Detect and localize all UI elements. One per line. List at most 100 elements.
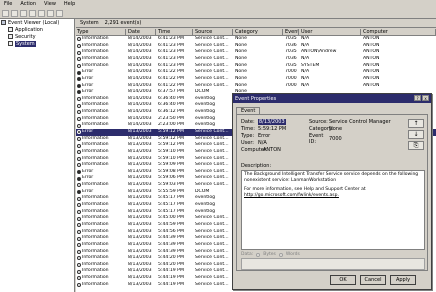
table-row[interactable]: Information 8/14/2003 6:41:23 PM Service Co… — [76, 43, 436, 50]
help-button[interactable]: ? — [414, 95, 421, 101]
source-cell: Service Cont... — [195, 168, 229, 174]
column-category[interactable]: Category — [233, 29, 283, 35]
user-cell: N/A — [301, 42, 310, 48]
close-button[interactable]: x — [422, 95, 429, 101]
error-icon — [77, 77, 81, 82]
source-cell: eventlog — [195, 122, 216, 128]
type-label: Information — [82, 148, 109, 154]
type-label: Information — [82, 275, 109, 281]
back-icon[interactable] — [2, 10, 9, 17]
column-user[interactable]: User — [299, 29, 361, 35]
type-label: Information — [82, 55, 109, 61]
table-row[interactable]: Information 8/14/2003 6:41:23 PM Service Co… — [76, 56, 436, 63]
column-computer[interactable]: Computer — [361, 29, 436, 35]
column-source[interactable]: Source — [193, 29, 233, 35]
table-row[interactable]: Error 8/14/2003 6:41:22 PM Service Cont... N… — [76, 76, 436, 83]
refresh-icon[interactable] — [38, 10, 45, 17]
source-cell: Service Cont... — [195, 128, 229, 134]
type-cell: Information — [76, 255, 126, 262]
type-label: Information — [82, 62, 109, 68]
type-cell: Information — [76, 215, 126, 222]
table-row[interactable]: Error 8/14/2003 6:41:22 PM Service Cont... N… — [76, 69, 436, 76]
information-icon — [77, 249, 81, 254]
time-cell: 5:44:19 PM — [158, 275, 184, 281]
source-cell: DCOM — [195, 188, 210, 194]
type-label: Information — [82, 142, 109, 148]
source-cell: Service Cont... — [195, 261, 229, 267]
source-cell: Service Cont... — [195, 55, 229, 61]
tree-item-application[interactable]: Application — [0, 26, 74, 33]
tree-root-label: Event Viewer (Local) — [8, 19, 60, 26]
words-label: Words — [285, 252, 300, 257]
event-cell: 7000 — [285, 82, 297, 88]
data-field[interactable] — [241, 258, 425, 270]
type-label: Information — [82, 36, 109, 42]
column-date[interactable]: Date — [126, 29, 156, 35]
menu-action[interactable]: Action — [16, 0, 40, 9]
words-radio[interactable] — [278, 252, 283, 257]
tree-item-security[interactable]: Security — [0, 33, 74, 40]
user-cell: N/A — [301, 55, 310, 61]
category-value: None — [329, 126, 343, 132]
table-row[interactable]: Information 8/14/2003 6:41:23 PM Service Co… — [76, 36, 436, 43]
export-icon[interactable] — [47, 10, 54, 17]
help-link[interactable]: http://go.microsoft.com/fwlink/events.as… — [244, 193, 339, 198]
bytes-radio[interactable] — [256, 252, 261, 257]
up-icon[interactable] — [20, 10, 27, 17]
error-icon — [77, 70, 81, 75]
date-cell: 8/13/2003 — [128, 195, 152, 201]
next-event-button[interactable]: ↓ — [408, 130, 424, 139]
source-cell: eventlog — [195, 115, 216, 121]
help-icon[interactable] — [56, 10, 63, 17]
arrow-down-icon: ↓ — [413, 131, 419, 138]
table-row[interactable]: Error 8/14/2003 6:41:22 PM Service Cont... N… — [76, 82, 436, 89]
type-value: Error — [258, 133, 271, 139]
information-icon — [77, 156, 81, 161]
table-row[interactable]: Information 8/14/2003 6:41:23 PM Service Co… — [76, 49, 436, 56]
forward-icon[interactable] — [11, 10, 18, 17]
type-cell: Information — [76, 249, 126, 256]
date-cell: 8/13/2003 — [128, 228, 152, 234]
log-icon — [8, 41, 13, 46]
menu-help[interactable]: Help — [60, 0, 79, 9]
date-cell: 8/14/2003 — [128, 82, 152, 88]
cancel-button[interactable]: Cancel — [360, 275, 386, 285]
data-label: Data: — [241, 252, 254, 257]
type-label: Information — [82, 195, 109, 201]
date-cell: 8/14/2003 — [128, 89, 152, 95]
source-cell: Service Cont... — [195, 281, 229, 287]
date-cell: 8/13/2003 — [128, 281, 152, 287]
time-cell: 5:44:19 PM — [158, 281, 184, 287]
time-cell: 5:45:00 PM — [158, 215, 184, 221]
menu-file[interactable]: File — [0, 0, 16, 9]
category-cell: None — [235, 36, 247, 42]
tree-item-system[interactable]: System — [0, 40, 74, 47]
computer-cell: ANTON — [363, 69, 380, 75]
properties-icon[interactable] — [29, 10, 36, 17]
type-cell: Information — [76, 109, 126, 116]
type-label: Information — [82, 102, 109, 108]
computer-label: Computer: — [241, 147, 268, 153]
date-cell: 8/13/2003 — [128, 135, 152, 141]
source-cell: eventlog — [195, 195, 216, 201]
ok-button[interactable]: OK — [330, 275, 356, 285]
time-cell: 5:59:12 PM — [158, 135, 184, 141]
table-row[interactable]: Information 8/14/2003 6:41:23 PM Service Co… — [76, 63, 436, 70]
computer-cell: ANTON — [363, 49, 380, 55]
previous-event-button[interactable]: ↑ — [408, 119, 424, 128]
description-text[interactable]: The Background Intelligent Transfer Serv… — [241, 170, 425, 250]
date-cell: 8/13/2003 — [128, 188, 152, 194]
copy-button[interactable]: ⎘ — [408, 141, 424, 150]
column-time[interactable]: Time — [156, 29, 193, 35]
column-event[interactable]: Event — [283, 29, 299, 35]
type-label: Information — [82, 109, 109, 115]
time-cell: 5:44:59 PM — [158, 221, 184, 227]
date-label: Date: — [241, 119, 255, 125]
menu-view[interactable]: View — [40, 0, 60, 9]
apply-button[interactable]: Apply — [390, 275, 416, 285]
tree-root[interactable]: Event Viewer (Local) — [0, 19, 74, 26]
information-icon — [77, 183, 81, 188]
type-cell: Information — [76, 116, 126, 123]
column-type[interactable]: Type — [76, 29, 126, 35]
type-label: Error — [82, 82, 94, 88]
